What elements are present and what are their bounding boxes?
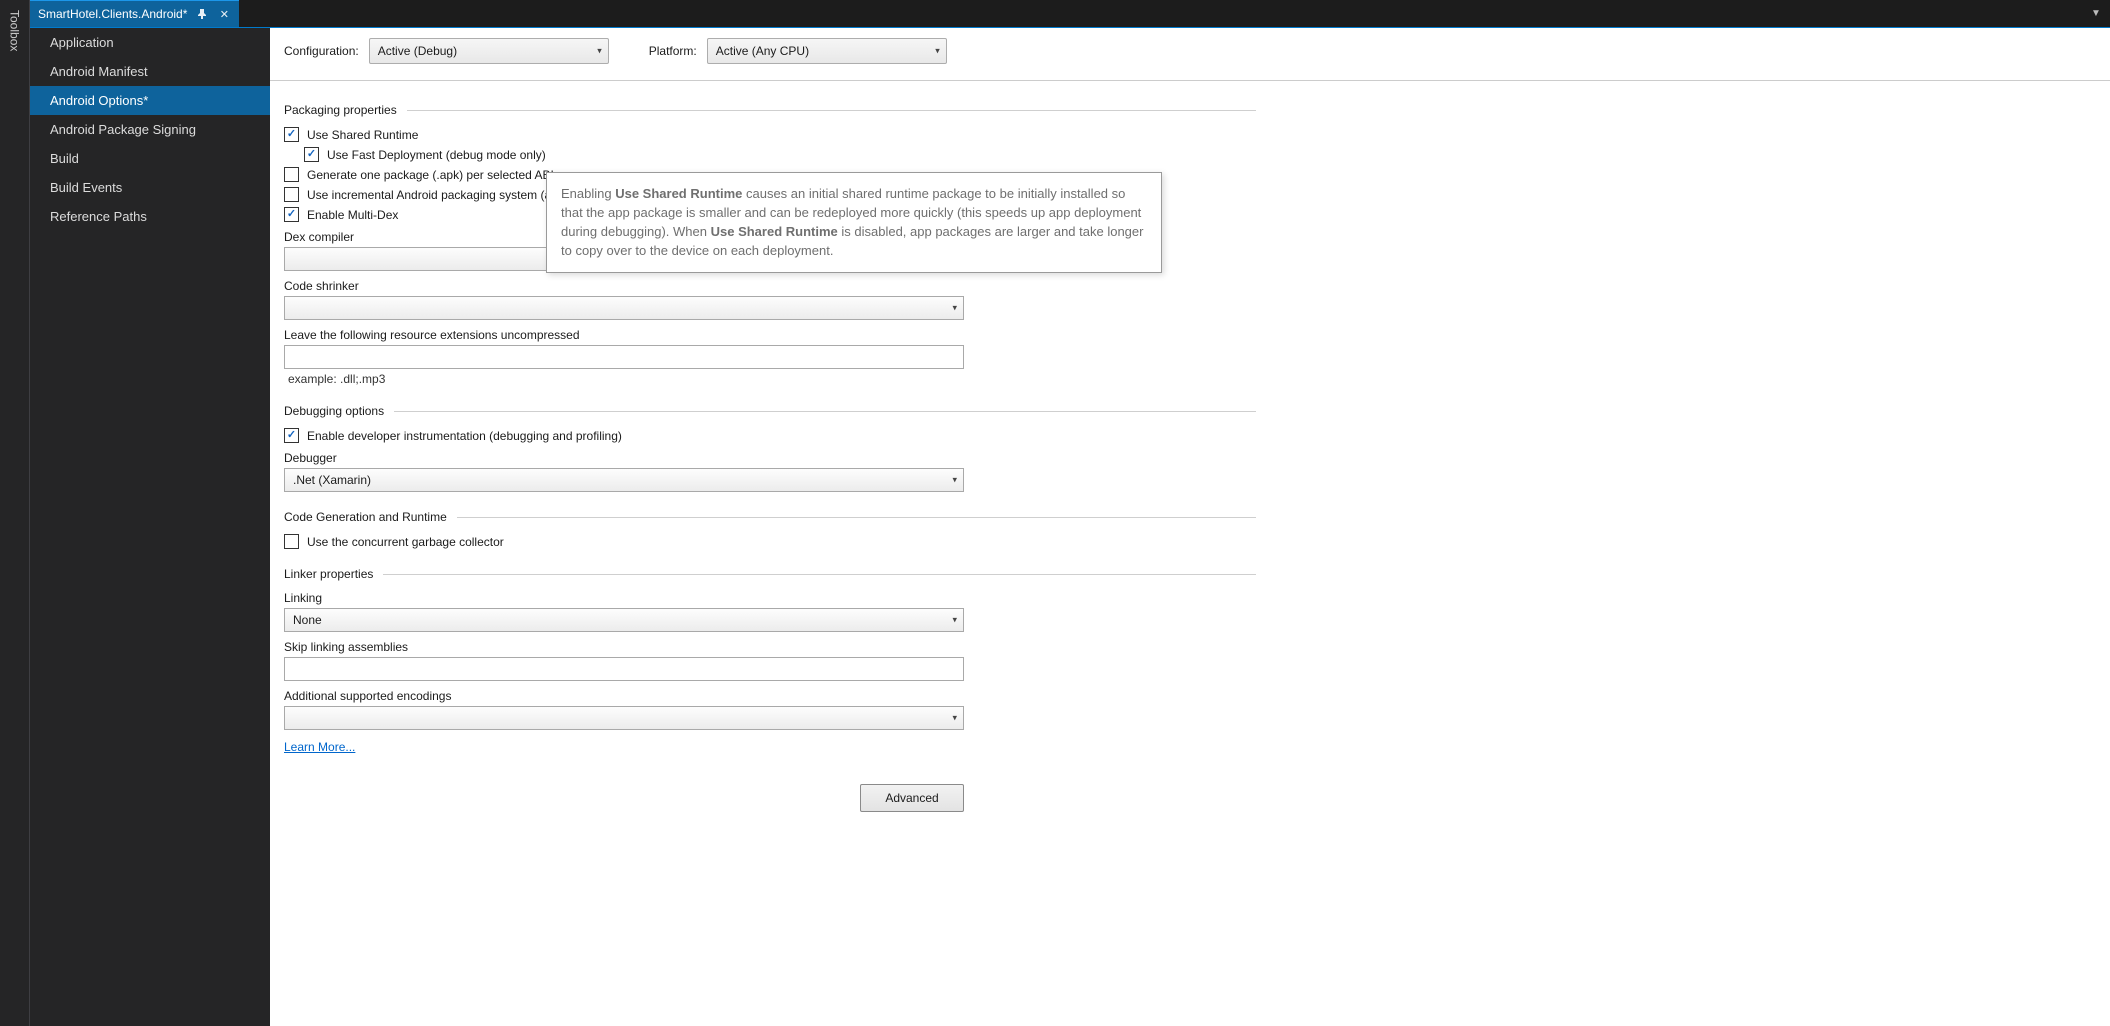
sidebar-item-build[interactable]: Build xyxy=(30,144,270,173)
chevron-down-icon: ▾ xyxy=(952,475,957,486)
checkbox-use-fast-deploy[interactable] xyxy=(304,147,319,162)
row-concurrent-gc[interactable]: Use the concurrent garbage collector xyxy=(284,534,1256,549)
configuration-label: Configuration: xyxy=(284,44,359,58)
label-uncompressed-ext: Leave the following resource extensions … xyxy=(284,328,1256,342)
chevron-down-icon: ▾ xyxy=(597,46,602,57)
toolbox-panel[interactable]: Toolbox xyxy=(0,0,30,1026)
chevron-down-icon: ▾ xyxy=(952,303,957,314)
section-linker: Linker properties xyxy=(284,567,1256,581)
property-page-sidebar: Application Android Manifest Android Opt… xyxy=(30,28,270,1026)
tooltip-bold: Use Shared Runtime xyxy=(615,186,742,201)
value-linking: None xyxy=(293,613,322,627)
sidebar-item-android-manifest[interactable]: Android Manifest xyxy=(30,57,270,86)
value-debugger: .Net (Xamarin) xyxy=(293,473,371,487)
row-use-shared-runtime[interactable]: Use Shared Runtime xyxy=(284,127,1256,142)
section-debugging: Debugging options xyxy=(284,404,1256,418)
tooltip-use-shared-runtime: Enabling Use Shared Runtime causes an in… xyxy=(546,172,1162,273)
label-concurrent-gc: Use the concurrent garbage collector xyxy=(307,535,504,549)
checkbox-enable-multidex[interactable] xyxy=(284,207,299,222)
chevron-down-icon[interactable]: ▼ xyxy=(2082,0,2110,27)
toolbox-label: Toolbox xyxy=(8,0,22,1026)
label-code-shrinker: Code shrinker xyxy=(284,279,1256,293)
configuration-select[interactable]: Active (Debug) ▾ xyxy=(369,38,609,64)
hint-uncompressed-ext: example: .dll;.mp3 xyxy=(284,372,1256,386)
close-icon[interactable]: ✕ xyxy=(217,7,231,21)
divider xyxy=(394,411,1256,412)
pin-icon[interactable] xyxy=(195,7,209,21)
tooltip-bold: Use Shared Runtime xyxy=(711,224,838,239)
sidebar-item-reference-paths[interactable]: Reference Paths xyxy=(30,202,270,231)
checkbox-concurrent-gc[interactable] xyxy=(284,534,299,549)
platform-value: Active (Any CPU) xyxy=(716,44,809,58)
platform-label: Platform: xyxy=(649,44,697,58)
select-code-shrinker[interactable]: ▾ xyxy=(284,296,964,320)
learn-more-link[interactable]: Learn More... xyxy=(284,740,355,754)
sidebar-item-android-options[interactable]: Android Options* xyxy=(30,86,270,115)
label-linking: Linking xyxy=(284,591,1256,605)
configuration-value: Active (Debug) xyxy=(378,44,457,58)
divider xyxy=(407,110,1256,111)
label-debugger: Debugger xyxy=(284,451,1256,465)
tab-android-project[interactable]: SmartHotel.Clients.Android* ✕ xyxy=(30,0,239,27)
configuration-bar: Configuration: Active (Debug) ▾ Platform… xyxy=(270,28,2110,81)
label-use-fast-deploy: Use Fast Deployment (debug mode only) xyxy=(327,148,546,162)
checkbox-use-shared-runtime[interactable] xyxy=(284,127,299,142)
section-title-linker: Linker properties xyxy=(284,567,373,581)
label-additional-encodings: Additional supported encodings xyxy=(284,689,1256,703)
row-enable-dev-instr[interactable]: Enable developer instrumentation (debugg… xyxy=(284,428,1256,443)
label-gen-one-package: Generate one package (.apk) per selected… xyxy=(307,168,554,182)
document-tab-bar: SmartHotel.Clients.Android* ✕ ▼ xyxy=(30,0,2110,28)
divider xyxy=(383,574,1256,575)
chevron-down-icon: ▾ xyxy=(935,46,940,57)
label-enable-dev-instr: Enable developer instrumentation (debugg… xyxy=(307,429,622,443)
row-use-fast-deploy[interactable]: Use Fast Deployment (debug mode only) xyxy=(284,147,1256,162)
tab-title: SmartHotel.Clients.Android* xyxy=(38,7,187,21)
checkbox-incremental-packaging[interactable] xyxy=(284,187,299,202)
checkbox-gen-one-package[interactable] xyxy=(284,167,299,182)
section-title-packaging: Packaging properties xyxy=(284,103,397,117)
label-use-shared-runtime: Use Shared Runtime xyxy=(307,128,418,142)
label-skip-linking: Skip linking assemblies xyxy=(284,640,1256,654)
select-debugger[interactable]: .Net (Xamarin) ▾ xyxy=(284,468,964,492)
checkbox-enable-dev-instr[interactable] xyxy=(284,428,299,443)
label-incremental-packaging: Use incremental Android packaging system… xyxy=(307,188,578,202)
section-title-codegen: Code Generation and Runtime xyxy=(284,510,447,524)
input-skip-linking[interactable] xyxy=(284,657,964,681)
select-additional-encodings[interactable]: ▾ xyxy=(284,706,964,730)
sidebar-item-build-events[interactable]: Build Events xyxy=(30,173,270,202)
sidebar-item-android-package-signing[interactable]: Android Package Signing xyxy=(30,115,270,144)
select-linking[interactable]: None ▾ xyxy=(284,608,964,632)
tooltip-text: Enabling xyxy=(561,186,615,201)
advanced-button[interactable]: Advanced xyxy=(860,784,964,812)
chevron-down-icon: ▾ xyxy=(952,713,957,724)
section-packaging: Packaging properties xyxy=(284,103,1256,117)
platform-select[interactable]: Active (Any CPU) ▾ xyxy=(707,38,947,64)
section-title-debugging: Debugging options xyxy=(284,404,384,418)
chevron-down-icon: ▾ xyxy=(952,615,957,626)
input-uncompressed-ext[interactable] xyxy=(284,345,964,369)
sidebar-item-application[interactable]: Application xyxy=(30,28,270,57)
label-enable-multidex: Enable Multi-Dex xyxy=(307,208,398,222)
divider xyxy=(457,517,1256,518)
section-codegen: Code Generation and Runtime xyxy=(284,510,1256,524)
